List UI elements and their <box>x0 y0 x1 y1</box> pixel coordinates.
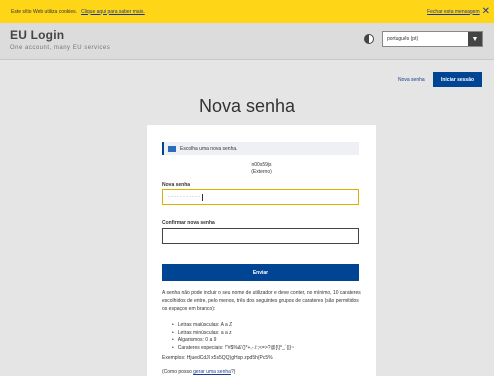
rule-item: Carateres especiais: !"#$%&'()*+,-./:;<=… <box>172 345 362 353</box>
hint-prefix: (Como posso <box>162 369 194 375</box>
logo-subtitle: One account, many EU services <box>10 45 111 51</box>
chevron-down-icon[interactable]: ▼ <box>468 32 482 46</box>
text-caret <box>201 193 203 201</box>
cookie-more-link[interactable]: Clique aqui para saber mais. <box>81 9 145 15</box>
new-password-form: Escolha uma nova senha. n00s59js (Extern… <box>147 125 376 376</box>
submit-button[interactable]: Enviar <box>162 264 359 281</box>
password-input[interactable]: ··········· <box>162 189 359 205</box>
hint-suffix: ?) <box>230 369 236 375</box>
contrast-icon[interactable] <box>364 34 374 44</box>
confirm-password-label: Confirmar nova senha <box>162 220 215 226</box>
cookie-message: Este sítio Web utiliza cookies. <box>11 8 78 15</box>
cookie-banner: Este sítio Web utiliza cookies. Clique a… <box>0 0 494 23</box>
top-links: Nova senha Iniciar sessão <box>0 60 494 95</box>
language-selected: português (pt) <box>387 36 419 42</box>
info-message-box: Escolha uma nova senha. <box>162 142 359 155</box>
confirm-password-input[interactable] <box>162 228 359 244</box>
password-value: ··········· <box>168 194 201 200</box>
password-rules-list: Letras maiúsculas: A a Z Letras minúscul… <box>172 322 362 352</box>
password-rules-text: A senha não pode incluir o seu nome de u… <box>162 290 361 312</box>
login-button[interactable]: Iniciar sessão <box>433 72 482 87</box>
info-message: Escolha uma nova senha. <box>180 145 238 152</box>
rule-item: Letras maiúsculas: A a Z <box>172 322 362 330</box>
header: EU Login One account, many EU services p… <box>0 23 494 60</box>
message-icon <box>168 145 176 152</box>
rule-item: Algarismos: 0 a 9 <box>172 337 362 345</box>
generate-password-link[interactable]: gerar uma senha <box>193 369 231 375</box>
password-examples: Exemplos: HjuedCdJl x5s5QQ)gHsp zpd5h(Pc… <box>162 355 273 361</box>
page-title: Nova senha <box>198 96 296 116</box>
logo-title: EU Login <box>10 28 65 42</box>
rule-item: Letras minúsculas: a a z <box>172 330 362 338</box>
new-password-link[interactable]: Nova senha <box>398 77 425 83</box>
close-icon[interactable]: ✕ <box>482 6 490 17</box>
password-label: Nova senha <box>162 182 191 188</box>
generate-password-hint: (Como posso gerar uma senha?) <box>162 369 367 375</box>
cookie-close-link[interactable]: Fechar esta mensagem <box>427 9 480 15</box>
user-type: (Externo) <box>251 169 272 175</box>
user-id: n00s59js <box>251 162 272 168</box>
language-select[interactable]: português (pt) ▼ <box>382 31 483 47</box>
